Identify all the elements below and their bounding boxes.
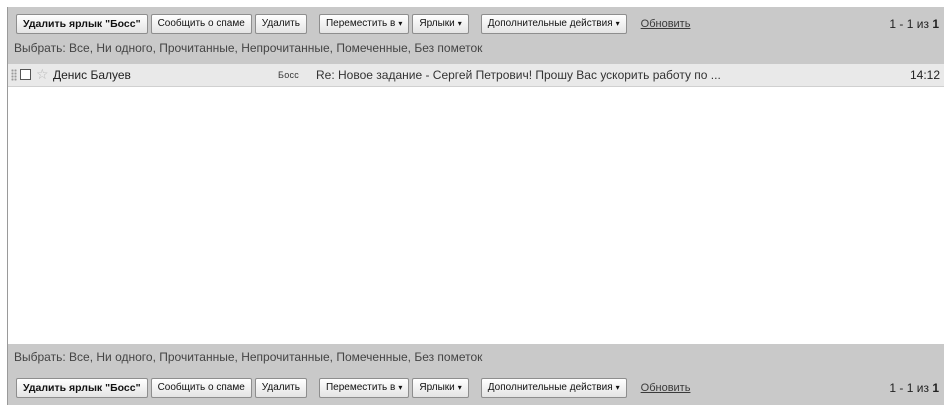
- remove-label-button[interactable]: Удалить ярлык "Босс": [16, 14, 148, 34]
- chevron-down-icon: ▾: [398, 383, 403, 392]
- bottom-action-bar: Выбрать: Все, Ни одного, Прочитанные, Не…: [8, 344, 944, 405]
- select-none-link[interactable]: Ни одного: [96, 41, 152, 55]
- message-checkbox[interactable]: [20, 69, 31, 80]
- labels-dropdown[interactable]: Ярлыки ▾: [412, 14, 469, 34]
- select-unstarred-link[interactable]: Без пометок: [414, 350, 482, 364]
- message-label-tag[interactable]: Босс: [278, 70, 299, 80]
- move-to-dropdown[interactable]: Переместить в ▾: [318, 14, 410, 34]
- more-actions-dropdown[interactable]: Дополнительные действия ▾: [480, 14, 627, 34]
- top-toolbar: Удалить ярлык "Босс" Сообщить о спаме Уд…: [16, 13, 690, 35]
- remove-label-button[interactable]: Удалить ярлык "Босс": [16, 378, 148, 398]
- mail-list-frame: Удалить ярлык "Босс" Сообщить о спаме Уд…: [7, 7, 944, 405]
- message-row[interactable]: ☆ Денис Балуев Босс Re: Новое задание - …: [8, 64, 944, 87]
- select-unstarred-link[interactable]: Без пометок: [414, 41, 482, 55]
- select-read-link[interactable]: Прочитанные: [159, 41, 234, 55]
- delete-button[interactable]: Удалить: [254, 378, 307, 398]
- paging-range: 1 - 1: [889, 381, 914, 395]
- chevron-down-icon: ▾: [615, 19, 620, 28]
- report-spam-button[interactable]: Сообщить о спаме: [150, 378, 252, 398]
- select-all-link[interactable]: Все: [69, 350, 90, 364]
- pagination-info: 1 - 1 из 1: [889, 381, 939, 395]
- select-all-link[interactable]: Все: [69, 41, 90, 55]
- move-to-dropdown[interactable]: Переместить в ▾: [318, 378, 410, 398]
- paging-of: из: [916, 381, 929, 395]
- select-prefix: Выбрать:: [14, 41, 66, 55]
- message-sender: Денис Балуев: [53, 68, 131, 82]
- select-none-link[interactable]: Ни одного: [96, 350, 152, 364]
- chevron-down-icon: ▾: [398, 19, 403, 28]
- move-to-label: Переместить в: [325, 18, 396, 29]
- paging-total: 1: [932, 381, 939, 395]
- more-actions-label: Дополнительные действия: [487, 382, 613, 393]
- move-to-label: Переместить в: [325, 382, 396, 393]
- select-starred-link[interactable]: Помеченные: [336, 350, 407, 364]
- paging-of: из: [916, 17, 929, 31]
- more-actions-dropdown[interactable]: Дополнительные действия ▾: [480, 378, 627, 398]
- select-filter: Выбрать: Все, Ни одного, Прочитанные, Не…: [14, 41, 483, 55]
- star-icon[interactable]: ☆: [36, 66, 49, 83]
- paging-range: 1 - 1: [889, 17, 914, 31]
- select-filter-bottom: Выбрать: Все, Ни одного, Прочитанные, Не…: [14, 350, 483, 364]
- select-unread-link[interactable]: Непрочитанные: [241, 41, 329, 55]
- select-prefix: Выбрать:: [14, 350, 66, 364]
- labels-label: Ярлыки: [419, 18, 455, 29]
- message-time: 14:12: [909, 68, 940, 82]
- chevron-down-icon: ▾: [457, 19, 462, 28]
- top-action-bar: Удалить ярлык "Босс" Сообщить о спаме Уд…: [8, 7, 944, 64]
- labels-label: Ярлыки: [419, 382, 455, 393]
- select-starred-link[interactable]: Помеченные: [336, 41, 407, 55]
- delete-button[interactable]: Удалить: [254, 14, 307, 34]
- labels-dropdown[interactable]: Ярлыки ▾: [412, 378, 469, 398]
- select-read-link[interactable]: Прочитанные: [159, 350, 234, 364]
- refresh-link[interactable]: Обновить: [641, 382, 691, 394]
- select-unread-link[interactable]: Непрочитанные: [241, 350, 329, 364]
- bottom-toolbar: Удалить ярлык "Босс" Сообщить о спаме Уд…: [16, 377, 690, 399]
- refresh-link[interactable]: Обновить: [641, 18, 691, 30]
- paging-total: 1: [932, 17, 939, 31]
- pagination-info: 1 - 1 из 1: [889, 17, 939, 31]
- chevron-down-icon: ▾: [615, 383, 620, 392]
- chevron-down-icon: ▾: [457, 383, 462, 392]
- drag-handle-icon[interactable]: [11, 69, 17, 81]
- message-subject: Re: Новое задание - Сергей Петрович! Про…: [316, 68, 721, 82]
- report-spam-button[interactable]: Сообщить о спаме: [150, 14, 252, 34]
- more-actions-label: Дополнительные действия: [487, 18, 613, 29]
